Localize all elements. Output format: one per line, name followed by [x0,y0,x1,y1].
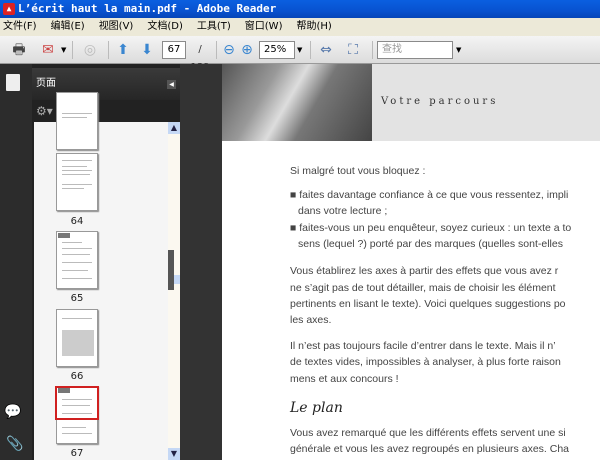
body-line: Si malgré tout vous bloquez : [290,165,426,177]
section-heading: Le plan [290,400,343,416]
body-line: Il n’est pas toujours facile d’entrer da… [290,340,556,352]
body-line: dans votre lecture ; [298,205,388,217]
fit-page-icon[interactable]: ⛶ [345,41,361,59]
pdf-app-icon: ▲ [3,3,15,15]
attachment-icon[interactable]: 📎 [6,436,23,452]
thumbnail-list: 63 64 65 66 67 [34,92,168,460]
menu-document[interactable]: 文档(D) [147,18,183,36]
search-dropdown-icon[interactable]: ▼ [456,41,461,59]
panel-title: 页面 [36,78,56,89]
previous-page-icon[interactable]: ⬆ [114,41,132,59]
zoom-out-icon[interactable]: ⊖ [221,41,237,59]
navigation-rail: 💬 📎 [0,64,32,460]
body-line: ■ faites davantage confiance à ce que vo… [290,189,569,201]
menu-help[interactable]: 帮助(H) [296,18,331,36]
share-dropdown-icon[interactable]: ▼ [61,41,66,59]
title-bar: ▲ L’écrit haut la main.pdf - Adobe Reader [0,0,600,18]
fit-width-icon[interactable]: ⇔ [318,41,334,59]
thumbnail-label: 66 [70,371,84,382]
body-line: Vous avez remarqué que les différents ef… [290,427,566,439]
thumbnail-label: 67 [70,448,84,459]
menu-view[interactable]: 视图(V) [99,18,134,36]
menu-tools[interactable]: 工具(T) [197,18,231,36]
scroll-down-icon[interactable]: ▼ [168,448,180,460]
collapse-panel-icon[interactable]: ◀ [167,80,176,89]
thumbnail-page-64[interactable] [56,153,98,211]
thumbnail-label: 64 [70,216,84,227]
page-number-input[interactable]: 67 [162,41,186,59]
page-header: Votre parcours [222,64,600,141]
body-line: pertinents en lisant le texte). Voici qu… [290,298,566,310]
window-title: L’écrit haut la main.pdf - Adobe Reader [18,2,277,15]
panel-splitter[interactable] [168,250,174,290]
zoom-input[interactable]: 25% [259,41,295,59]
options-gear-icon[interactable]: ⚙▾ [36,104,53,118]
body-line: mens et aux concours ! [290,373,399,385]
pages-panel: 页面 ◀ ⚙▾ 63 64 65 66 67 ▲ ▼ [32,64,180,460]
next-page-icon[interactable]: ⬇ [138,41,156,59]
search-input[interactable]: 查找 [377,41,453,59]
thumbnail-page-66[interactable] [56,309,98,367]
visible-area-indicator[interactable] [55,386,99,420]
document-page: Votre parcours Si malgré tout vous bloqu… [222,64,600,460]
body-line: les axes. [290,314,332,326]
zoom-in-icon[interactable]: ⊕ [239,41,255,59]
body-line: Vous établirez les axes à partir des eff… [290,265,559,277]
document-background [168,64,222,460]
thumbnail-page-65[interactable] [56,231,98,289]
comments-icon[interactable]: 💬 [4,404,21,420]
thumbnail-label: 65 [70,293,84,304]
body-line: sens (lequel ?) porté par des marques (q… [298,238,563,250]
toolbar: 🖶 ✉ ▼ ◎ ⬆ ⬇ 67 / 139 ⊖ ⊕ 25% ▼ ⇔ ⛶ 查找 ▼ [0,36,600,73]
scroll-up-icon[interactable]: ▲ [168,122,180,134]
menu-file[interactable]: 文件(F) [3,18,37,36]
page-total: / 139 [190,44,209,73]
share-icon[interactable]: ✉ [37,41,59,59]
thumbnail-page-63[interactable] [56,92,98,150]
print-icon[interactable]: 🖶 [8,41,30,59]
thumbnail-scrollbar[interactable]: ▲ ▼ [168,122,180,460]
body-line: ■ faites-vous un peu enquêteur, soyez cu… [290,222,572,234]
header-illustration [222,64,372,141]
body-line: de textes vides, impossibles à analyser,… [290,356,561,368]
menu-window[interactable]: 窗口(W) [245,18,283,36]
menu-bar: 文件(F) 编辑(E) 视图(V) 文档(D) 工具(T) 窗口(W) 帮助(H… [0,18,600,36]
body-line: ne s’agit pas de tout détailler, mais de… [290,282,556,294]
pages-icon[interactable] [6,74,20,91]
body-line: générale et vous les avez regroupés en p… [290,443,569,455]
chapter-title: Votre parcours [381,96,499,107]
thumbnail-page-67[interactable] [55,386,99,444]
collaborate-icon[interactable]: ◎ [79,41,101,59]
menu-edit[interactable]: 编辑(E) [51,18,85,36]
zoom-dropdown-icon[interactable]: ▼ [297,41,302,59]
